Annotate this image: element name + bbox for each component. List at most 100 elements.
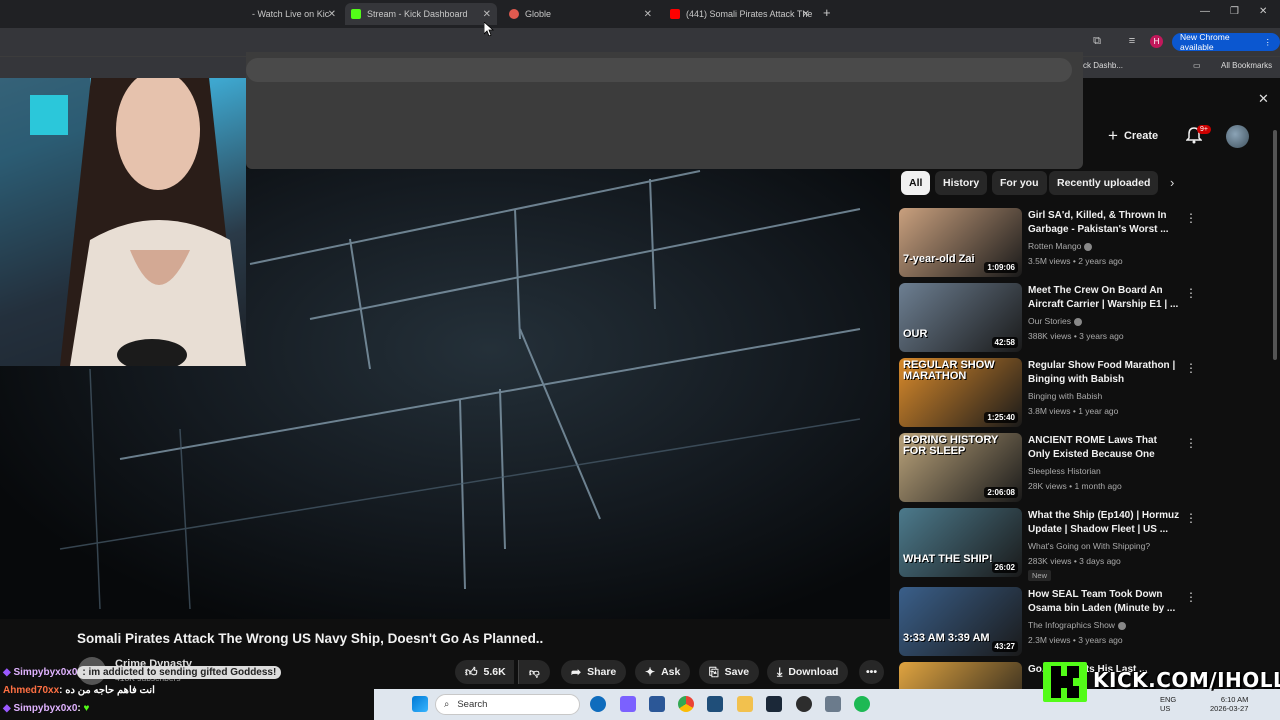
chat-username: Simpybyx0x0: [13, 667, 78, 678]
video-thumbnail[interactable]: 3:33 AM 3:39 AM 43:27: [899, 587, 1022, 656]
windows-start-icon[interactable]: [412, 696, 428, 712]
tab-kick-dashboard[interactable]: Stream - Kick Dashboard ✕: [345, 3, 497, 25]
recommended-video[interactable]: WHAT THE SHIP! 26:02 What the Ship (Ep140)…: [899, 508, 1199, 581]
search-placeholder: Search: [457, 699, 488, 710]
download-button[interactable]: ⤓ Download: [767, 660, 849, 684]
maximize-icon[interactable]: ❐: [1230, 6, 1239, 17]
create-button[interactable]: + Create: [1108, 124, 1158, 148]
close-icon[interactable]: ✕: [644, 9, 652, 20]
channel-name-text: Binging with Babish: [1028, 391, 1103, 401]
extensions-icon[interactable]: ⧉: [1091, 35, 1103, 47]
dislike-button[interactable]: 👎︎: [518, 660, 550, 684]
recommended-video-title[interactable]: What the Ship (Ep140) | Hormuz Update | …: [1028, 509, 1180, 537]
recommended-channel[interactable]: Binging with Babish: [1028, 391, 1102, 401]
like-button[interactable]: 👍︎ 5.6K: [455, 660, 514, 684]
channel-name-text: Sleepless Historian: [1028, 466, 1101, 476]
bookmark-kick-dashboard[interactable]: ck Dashb...: [1083, 61, 1123, 70]
taskbar-search[interactable]: ⌕ Search: [435, 694, 580, 715]
tab-youtube[interactable]: (441) Somali Pirates Attack The ✕: [664, 3, 816, 25]
recommended-video-title[interactable]: How SEAL Team Took Down Osama bin Laden …: [1028, 588, 1180, 616]
recommended-video[interactable]: BORING HISTORY FOR SLEEP 2:06:08 ANCIENT R…: [899, 433, 1199, 503]
chip-all[interactable]: All: [901, 171, 931, 195]
steam-icon[interactable]: [766, 696, 782, 712]
language-indicator[interactable]: ENG US: [1160, 695, 1176, 713]
video-title: Somali Pirates Attack The Wrong US Navy …: [77, 631, 544, 646]
window-close-icon[interactable]: ✕: [1259, 6, 1267, 17]
security-icon[interactable]: [707, 696, 723, 712]
file-explorer-icon[interactable]: [737, 696, 753, 712]
close-icon[interactable]: ✕: [802, 9, 810, 20]
tab-globle[interactable]: Globle ✕: [503, 3, 658, 25]
recommended-channel[interactable]: The Infographics Show: [1028, 620, 1126, 630]
media-controls-icon[interactable]: ≡: [1126, 35, 1138, 47]
close-icon[interactable]: ✕: [1258, 91, 1269, 107]
clock-time: 6:10 AM: [1220, 695, 1249, 704]
recommended-video-title[interactable]: Meet The Crew On Board An Aircraft Carri…: [1028, 284, 1180, 312]
address-bar[interactable]: [246, 58, 1072, 82]
tab-label: - Watch Live on Kic: [252, 9, 330, 19]
minimize-icon[interactable]: —: [1200, 6, 1210, 17]
recommended-channel[interactable]: What's Going on With Shipping?: [1028, 541, 1150, 551]
chrome-icon[interactable]: [678, 696, 694, 712]
chip-recently-uploaded[interactable]: Recently uploaded: [1049, 171, 1159, 195]
recommended-video[interactable]: OUR 42:58 Meet The Crew On Board An Aircra…: [899, 283, 1199, 353]
recommended-video[interactable]: REGULAR SHOW MARATHON 1:25:40 Regular Show…: [899, 358, 1199, 428]
recommended-channel[interactable]: Our Stories: [1028, 316, 1082, 326]
chip-for-you[interactable]: For you: [992, 171, 1047, 195]
new-chrome-available-button[interactable]: New Chrome available ⋮: [1172, 32, 1280, 52]
video-thumbnail[interactable]: BORING HISTORY FOR SLEEP 2:06:08: [899, 433, 1022, 502]
tab-kick-watch[interactable]: - Watch Live on Kic ✕: [246, 3, 342, 25]
recommended-video-title[interactable]: ANCIENT ROME Laws That Only Existed Beca…: [1028, 434, 1180, 462]
thumbs-up-icon: 👍︎: [465, 664, 478, 679]
ask-button[interactable]: ✦ Ask: [635, 660, 691, 684]
video-thumbnail[interactable]: OUR 42:58: [899, 283, 1022, 352]
channel-name-text: The Infographics Show: [1028, 620, 1115, 630]
new-tab-button[interactable]: +: [823, 5, 831, 20]
video-thumbnail[interactable]: REGULAR SHOW MARATHON 1:25:40: [899, 358, 1022, 427]
video-thumbnail[interactable]: WHAT THE SHIP! 26:02: [899, 508, 1022, 577]
kebab-menu-icon[interactable]: ⋮: [1185, 436, 1197, 450]
recommended-channel[interactable]: Sleepless Historian: [1028, 466, 1101, 476]
recommended-video-meta: 388K views • 3 years ago: [1028, 331, 1124, 341]
close-icon[interactable]: ✕: [328, 9, 336, 20]
lang-top: ENG: [1160, 695, 1177, 704]
recommended-video-title[interactable]: Regular Show Food Marathon | Binging wit…: [1028, 359, 1180, 387]
kebab-menu-icon[interactable]: ⋮: [1185, 511, 1197, 525]
save-button[interactable]: ⎘ Save: [699, 660, 760, 684]
channel-name-text: Our Stories: [1028, 316, 1071, 326]
kebab-menu-icon[interactable]: ⋮: [1185, 590, 1197, 604]
spotify-icon[interactable]: [854, 696, 870, 712]
chat-badge-icon: ◆: [3, 703, 11, 714]
close-icon[interactable]: ✕: [483, 9, 491, 20]
plus-icon: +: [1108, 126, 1118, 145]
globe-favicon-icon: [509, 9, 519, 19]
settings-gear-icon[interactable]: [825, 696, 841, 712]
mouse-cursor-icon: [484, 22, 494, 36]
edge-icon[interactable]: [590, 696, 606, 712]
search-icon: ⌕: [444, 699, 450, 710]
recommended-channel[interactable]: Rotten Mango: [1028, 241, 1093, 251]
scrollbar-thumb[interactable]: [1273, 130, 1277, 360]
chevron-right-icon[interactable]: ›: [1170, 175, 1174, 190]
clock[interactable]: 6:10 AM 2026-03-27: [1210, 695, 1248, 713]
discord-icon[interactable]: [620, 696, 636, 712]
ask-label: Ask: [661, 666, 681, 678]
recommended-video[interactable]: 3:33 AM 3:39 AM 43:27 How SEAL Team Took D…: [899, 587, 1199, 657]
chip-history[interactable]: History: [935, 171, 988, 195]
all-bookmarks-button[interactable]: All Bookmarks: [1221, 61, 1272, 70]
recommended-video[interactable]: 7-year-old Zai 1:09:06 Girl SA'd, Killed, …: [899, 208, 1199, 278]
kebab-menu-icon[interactable]: ⋮: [1185, 211, 1197, 225]
video-duration: 26:02: [991, 562, 1018, 573]
more-actions-button[interactable]: •••: [859, 660, 885, 684]
share-button[interactable]: ➦ Share: [561, 660, 627, 684]
account-avatar[interactable]: [1226, 125, 1249, 148]
video-thumbnail[interactable]: 7-year-old Zai 1:09:06: [899, 208, 1022, 277]
recommended-video-title[interactable]: Girl SA'd, Killed, & Thrown In Garbage -…: [1028, 209, 1180, 237]
store-icon[interactable]: [649, 696, 665, 712]
folder-icon: ▭: [1193, 61, 1201, 70]
kebab-menu-icon[interactable]: ⋮: [1185, 361, 1197, 375]
obs-icon[interactable]: [796, 696, 812, 712]
kebab-menu-icon[interactable]: ⋮: [1185, 286, 1197, 300]
profile-avatar[interactable]: H: [1150, 35, 1163, 48]
share-icon: ➦: [571, 665, 582, 679]
